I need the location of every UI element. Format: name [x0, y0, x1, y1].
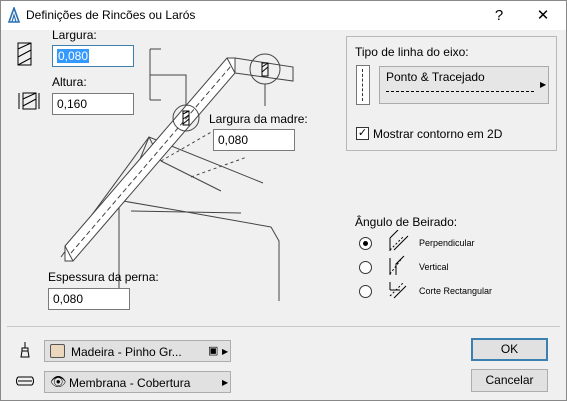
madre-input[interactable]: 0,080	[213, 129, 295, 151]
show-contour-label: Mostrar contorno em 2D	[373, 127, 503, 141]
image-icon: ▣	[208, 345, 219, 357]
paint-brush-icon	[20, 342, 30, 358]
radio-vertical[interactable]	[359, 261, 372, 274]
chevron-right-icon: ▶	[222, 378, 229, 387]
separator	[7, 326, 560, 327]
composite-dropdown[interactable]: 👁 Membrana - Cobertura ▶	[44, 371, 231, 393]
layers-icon	[16, 376, 34, 386]
linetype-label: Tipo de linha do eixo:	[355, 45, 469, 59]
rectangular-cut-icon	[389, 281, 407, 299]
width-section-icon	[17, 42, 32, 66]
largura-input[interactable]: 0,080	[52, 45, 134, 67]
perpendicular-cut-icon	[389, 230, 409, 251]
dialog-window: Definições de Rincões ou Larós ? ✕ Largu…	[0, 0, 567, 401]
largura-label: Largura:	[52, 28, 97, 42]
madre-label: Largura da madre:	[209, 112, 308, 126]
eye-icon: 👁	[50, 374, 67, 389]
altura-label: Altura:	[52, 75, 87, 89]
axis-line-icon	[356, 65, 370, 105]
show-contour-checkbox[interactable]: ✓	[356, 127, 369, 140]
rectangular-label: Corte Rectangular	[419, 286, 493, 296]
cancel-button[interactable]: Cancelar	[471, 369, 548, 392]
composite-label: Membrana - Cobertura	[69, 376, 191, 390]
vertical-cut-icon	[389, 255, 405, 275]
perna-input[interactable]: 0,080	[48, 288, 130, 310]
perna-label: Espessura da perna:	[48, 270, 159, 284]
radio-corte-rectangular[interactable]	[359, 285, 372, 298]
height-section-icon	[18, 92, 40, 110]
perpendicular-label: Perpendicular	[419, 238, 475, 248]
material-swatch	[50, 344, 65, 358]
eaves-label: Ângulo de Beirado:	[355, 215, 458, 229]
linetype-picker[interactable]: Ponto & Tracejado ▶	[379, 66, 549, 104]
material-label: Madeira - Pinho Gr...	[71, 345, 182, 359]
radio-perpendicular[interactable]	[359, 237, 372, 250]
chevron-right-icon: ▶	[222, 347, 229, 356]
dash-dot-line-preview	[386, 91, 534, 92]
material-dropdown[interactable]: Madeira - Pinho Gr... ▣ ▶	[44, 340, 231, 362]
ok-button[interactable]: OK	[471, 338, 548, 361]
vertical-label: Vertical	[419, 262, 449, 272]
largura-value: 0,080	[57, 49, 90, 63]
chevron-right-icon: ▶	[540, 80, 547, 89]
linetype-selected: Ponto & Tracejado	[386, 70, 485, 84]
altura-input[interactable]: 0,160	[52, 93, 134, 115]
